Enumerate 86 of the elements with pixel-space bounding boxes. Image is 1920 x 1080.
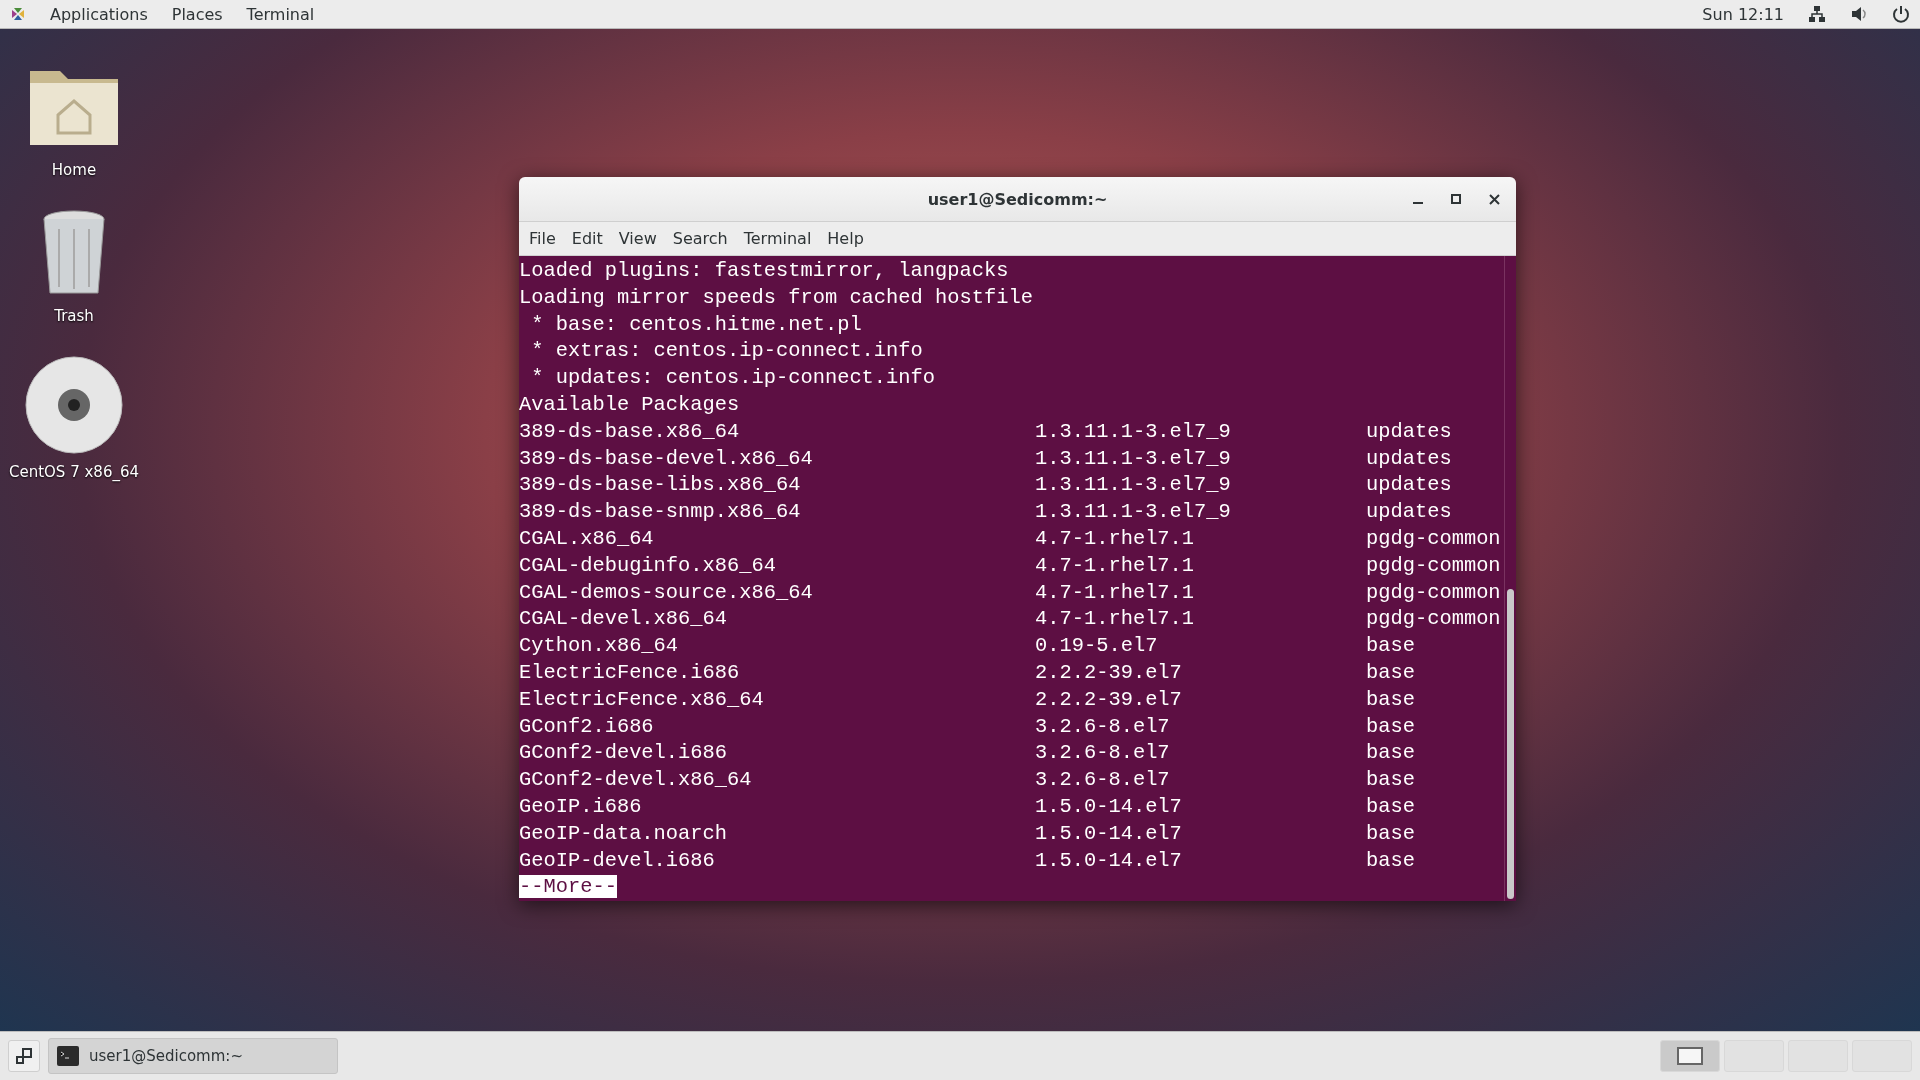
window-title: user1@Sedicomm:~: [927, 189, 1108, 209]
workspace-button[interactable]: [1660, 1040, 1720, 1072]
package-field: base: [1366, 713, 1504, 741]
power-icon[interactable]: [1892, 5, 1910, 23]
package-field: GConf2-devel.i686: [519, 740, 1035, 768]
package-field: base: [1366, 820, 1504, 848]
package-field: pgdg-common: [1366, 579, 1504, 607]
terminal-line: Available Packages: [519, 392, 741, 418]
package-field: CGAL-devel.x86_64: [519, 606, 1035, 634]
terminal-line: * extras: centos.ip-connect.info: [530, 338, 924, 365]
package-field: updates: [1366, 445, 1504, 473]
package-field: ElectricFence.i686: [519, 659, 1035, 687]
minimize-icon: [1413, 202, 1423, 204]
package-field: 4.7-1.rhel7.1: [1035, 579, 1366, 607]
package-field: updates: [1366, 499, 1504, 526]
package-field: ElectricFence.x86_64: [519, 686, 1035, 714]
package-field: 389-ds-base-libs.x86_64: [519, 472, 1035, 500]
top-bar-menu[interactable]: Terminal: [246, 4, 315, 24]
package-field: GConf2.i686: [519, 713, 1035, 741]
package-field: Cython.x86_64: [519, 633, 1035, 660]
package-field: 2.2.2-39.el7: [1035, 686, 1366, 714]
applications-icon: [10, 6, 26, 22]
package-field: 4.7-1.rhel7.1: [1035, 606, 1366, 634]
terminal-icon: [57, 1046, 79, 1066]
package-field: 1.3.11.1-3.el7_9: [1035, 472, 1366, 500]
terminal-line: * base: centos.hitme.net.pl: [530, 311, 863, 338]
package-field: base: [1366, 686, 1504, 714]
package-field: 4.7-1.rhel7.1: [1035, 525, 1366, 553]
desktop-icon-label[interactable]: Home: [51, 161, 97, 179]
package-field: 1.5.0-14.el7: [1035, 820, 1366, 848]
package-field: 1.3.11.1-3.el7_9: [1035, 445, 1366, 473]
scrollbar[interactable]: [1504, 256, 1516, 901]
package-field: 1.5.0-14.el7: [1035, 793, 1366, 821]
pager-prompt: --More--: [519, 875, 617, 899]
package-field: 4.7-1.rhel7.1: [1035, 552, 1366, 580]
package-field: base: [1366, 793, 1504, 821]
package-field: GeoIP.i686: [519, 793, 1035, 821]
package-field: base: [1366, 740, 1504, 768]
package-field: pgdg-common: [1366, 552, 1504, 580]
package-field: 3.2.6-8.el7: [1035, 713, 1366, 741]
package-field: base: [1366, 633, 1504, 660]
package-field: 3.2.6-8.el7: [1035, 767, 1366, 794]
top-bar-menu[interactable]: Places: [171, 4, 223, 24]
package-field: 1.3.11.1-3.el7_9: [1035, 418, 1366, 446]
package-field: GConf2-devel.x86_64: [519, 767, 1035, 794]
desktop-icon-label[interactable]: CentOS 7 x86_64: [8, 463, 140, 481]
terminal-line: * updates: centos.ip-connect.info: [530, 365, 937, 392]
package-field: GeoIP-data.noarch: [519, 820, 1035, 848]
package-field: 389-ds-base-snmp.x86_64: [519, 499, 1035, 526]
show-desktop-button[interactable]: [8, 1040, 40, 1072]
package-field: 389-ds-base-devel.x86_64: [519, 445, 1035, 473]
menu-item[interactable]: Help: [821, 227, 870, 250]
package-field: base: [1366, 659, 1504, 687]
package-field: 1.3.11.1-3.el7_9: [1035, 499, 1366, 526]
package-field: base: [1366, 847, 1504, 875]
terminal-line: Loading mirror speeds from cached hostfile: [519, 284, 1034, 311]
package-field: 0.19-5.el7: [1035, 633, 1366, 660]
close-icon: [1488, 193, 1500, 205]
package-field: CGAL.x86_64: [519, 525, 1035, 553]
package-field: 1.5.0-14.el7: [1035, 847, 1366, 875]
show-desktop-icon: [16, 1048, 32, 1064]
package-field: GeoIP-devel.i686: [519, 847, 1035, 875]
volume-icon[interactable]: [1850, 5, 1868, 23]
clock[interactable]: Sun 12:11: [1702, 4, 1784, 24]
package-field: updates: [1366, 472, 1504, 500]
network-icon[interactable]: [1808, 5, 1826, 23]
package-field: 389-ds-base.x86_64: [519, 418, 1035, 446]
menu-item[interactable]: Search: [666, 227, 734, 250]
package-field: base: [1366, 767, 1504, 794]
package-field: 3.2.6-8.el7: [1035, 740, 1366, 768]
taskbar-window-button[interactable]: user1@Sedicomm:~: [48, 1038, 338, 1074]
maximize-icon: [1451, 194, 1461, 204]
package-field: pgdg-common: [1366, 606, 1504, 634]
disc-icon: [24, 355, 124, 455]
package-field: CGAL-debuginfo.x86_64: [519, 552, 1035, 580]
terminal-line: Loaded plugins: fastestmirror, langpacks: [519, 258, 1010, 284]
package-field: CGAL-demos-source.x86_64: [519, 579, 1035, 607]
menu-item[interactable]: Edit: [565, 227, 609, 250]
menu-item[interactable]: Terminal: [737, 227, 818, 250]
menu-item[interactable]: View: [612, 227, 663, 250]
desktop-icon-label[interactable]: Trash: [54, 307, 94, 325]
menu-item[interactable]: File: [523, 227, 562, 250]
package-field: pgdg-common: [1366, 525, 1504, 553]
top-bar-menu[interactable]: Applications: [50, 4, 148, 24]
package-field: updates: [1366, 418, 1504, 446]
package-field: 2.2.2-39.el7: [1035, 659, 1366, 687]
